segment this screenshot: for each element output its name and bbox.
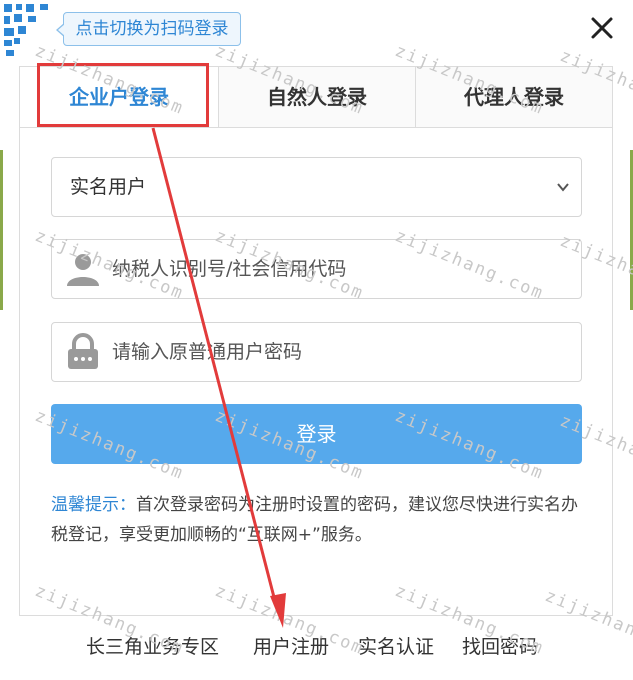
password-input[interactable]: 请输入原普通用户密码 — [51, 322, 582, 382]
login-button[interactable]: 登录 — [51, 404, 582, 464]
background-edge-left — [0, 150, 3, 310]
user-type-value: 实名用户 — [70, 176, 147, 198]
user-type-select[interactable]: 实名用户 — [51, 157, 582, 217]
chevron-down-icon — [557, 183, 569, 192]
tab-agent-login[interactable]: 代理人登录 — [415, 67, 612, 127]
hint-label: 温馨提示： — [51, 495, 136, 515]
footer-link-real-name[interactable]: 实名认证 — [358, 630, 434, 664]
lock-icon — [68, 333, 98, 369]
hint-text: 温馨提示：首次登录密码为注册时设置的密码，建议您尽快进行实名办税登记，享受更加顺… — [51, 490, 591, 550]
taxid-input[interactable]: 纳税人识别号/社会信用代码 — [51, 239, 582, 299]
password-placeholder: 请输入原普通用户密码 — [112, 341, 303, 363]
footer-links: 长三角业务专区 用户注册 实名认证 找回密码 — [0, 630, 633, 664]
footer-link-register[interactable]: 用户注册 — [253, 630, 329, 664]
footer-link-yrd-zone[interactable]: 长三角业务专区 — [86, 630, 219, 664]
close-icon[interactable] — [586, 12, 618, 44]
qr-code-icon[interactable] — [2, 2, 56, 58]
taxid-placeholder: 纳税人识别号/社会信用代码 — [112, 258, 347, 280]
tab-individual-login[interactable]: 自然人登录 — [218, 67, 415, 127]
footer-link-forgot-password[interactable]: 找回密码 — [462, 630, 538, 664]
annotation-highlight-box — [37, 63, 209, 127]
user-icon — [67, 254, 99, 286]
qr-switch-label: 点击切换为扫码登录 — [75, 19, 229, 39]
qr-switch-tooltip[interactable]: 点击切换为扫码登录 — [56, 12, 241, 46]
